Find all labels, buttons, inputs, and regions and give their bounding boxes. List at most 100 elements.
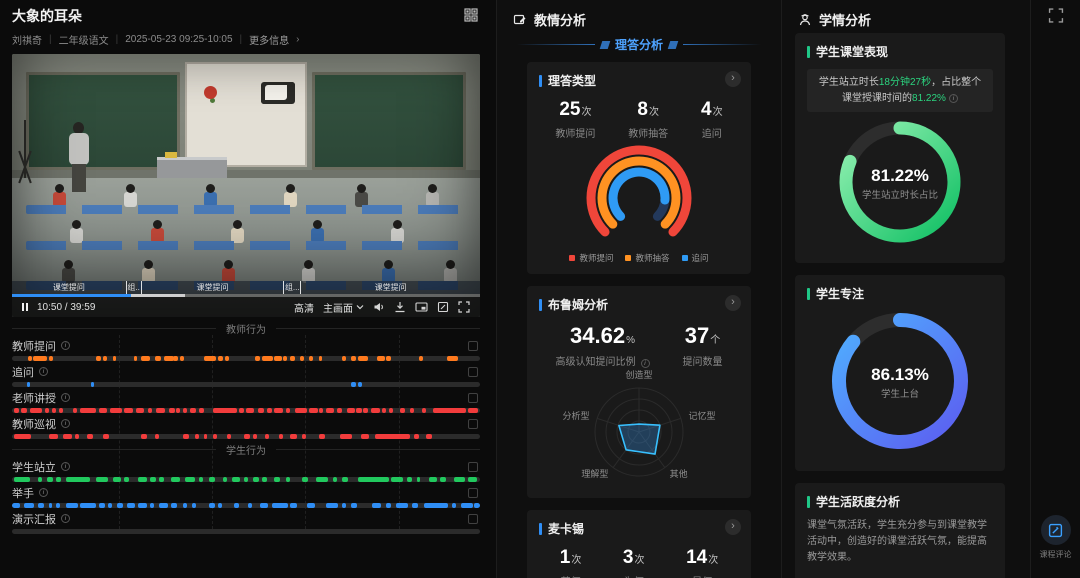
notes-icon[interactable] xyxy=(437,301,449,313)
timeline-track-row: 教师提问i xyxy=(12,338,480,361)
student-activity-card: 学生活跃度分析 课堂气氛活跃，学生充分参与到课堂教学活动中，创造好的课堂活跃气氛… xyxy=(795,483,1005,578)
video-segment[interactable]: 课堂提问 xyxy=(12,281,127,294)
stat: 8次教师抽答 xyxy=(628,99,668,140)
info-icon[interactable]: i xyxy=(61,419,70,428)
teacher-desk xyxy=(157,157,227,178)
view-select[interactable]: 主画面 xyxy=(323,300,364,315)
video-player[interactable]: 课堂提问组..课堂提问组...课堂提问 10:50 / 39:59 高清 主画面 xyxy=(12,54,480,317)
legend-item: 教师提问 xyxy=(569,252,613,264)
quality-button[interactable]: 高清 xyxy=(294,300,314,315)
track-checkbox[interactable] xyxy=(468,488,478,498)
track-checkbox[interactable] xyxy=(468,419,478,429)
chalkboard-left xyxy=(26,72,180,169)
download-icon[interactable] xyxy=(394,301,406,313)
teacher-name: 刘祺奇 xyxy=(12,32,42,47)
svg-text:理解型: 理解型 xyxy=(581,468,608,479)
behavior-timeline: 教师行为 教师提问i追问i老师讲授i教师巡视i 学生行为 学生站立i举手i演示汇… xyxy=(12,321,480,534)
info-icon[interactable]: i xyxy=(61,341,70,350)
expand-fullscreen-icon[interactable] xyxy=(1048,8,1063,28)
teacher-figure xyxy=(68,122,90,194)
video-controls: 10:50 / 39:59 高清 主画面 xyxy=(12,297,480,317)
divider: | xyxy=(116,34,119,45)
timeline-track-row: 老师讲授 i xyxy=(12,390,480,413)
bloom-stats: 34.62%高级认知提问比例i37个提问数量 xyxy=(539,323,739,368)
legend-item: 教师抽答 xyxy=(625,252,669,264)
camera-tripod xyxy=(24,120,26,178)
stat: 34.62%高级认知提问比例i xyxy=(556,323,650,368)
stat: 4次追问 xyxy=(701,99,723,140)
track-label: 追问 xyxy=(12,364,34,380)
teacher-behavior-section: 教师行为 xyxy=(12,321,480,335)
course-comment-button[interactable]: 课程评论 xyxy=(1040,515,1072,560)
response-type-card: 理答类型 › 25次教师提问8次教师抽答4次追问 教师提问教师抽答追问 xyxy=(527,62,751,274)
card-detail-button[interactable]: › xyxy=(725,295,741,311)
info-icon[interactable]: i xyxy=(61,462,70,471)
track-label: 演示汇报 xyxy=(12,511,56,527)
video-time: 10:50 / 39:59 xyxy=(37,302,95,313)
grid-view-icon[interactable] xyxy=(464,8,478,27)
info-icon[interactable]: i xyxy=(641,359,650,368)
lesson-time: 2025-05-23 09:25-10:05 xyxy=(125,34,232,45)
response-gauge-chart xyxy=(539,142,739,250)
activity-description: 课堂气氛活跃，学生充分参与到课堂教学活动中，创造好的课堂活跃气氛，能提高教学效果… xyxy=(807,518,993,566)
video-segment[interactable]: 课堂提问 xyxy=(301,281,480,294)
teaching-panel-title: 教情分析 xyxy=(534,10,586,29)
info-icon[interactable]: i xyxy=(39,488,48,497)
video-segment-bar: 课堂提问组..课堂提问组...课堂提问 xyxy=(12,281,480,294)
track-checkbox[interactable] xyxy=(468,514,478,524)
svg-text:其他: 其他 xyxy=(670,468,688,479)
info-icon[interactable]: i xyxy=(61,393,70,402)
chalkboard-right xyxy=(312,72,466,169)
legend-item: 追问 xyxy=(682,252,709,264)
info-icon[interactable]: i xyxy=(61,514,70,523)
track-checkbox[interactable] xyxy=(468,341,478,351)
track-checkbox[interactable] xyxy=(468,393,478,403)
mccarthy-card: 麦卡锡 › 1次若何3次为何14次是何 若何 xyxy=(527,510,751,578)
lesson-meta: 刘祺奇 | 二年级语文 | 2025-05-23 09:25-10:05 | 更… xyxy=(12,32,496,47)
pause-button[interactable] xyxy=(22,303,28,311)
student-focus-card: 学生专注 86.13% 学生上台 xyxy=(795,275,1005,471)
track-label: 教师巡视 xyxy=(12,416,56,432)
classroom-video-frame xyxy=(12,54,480,317)
mccarthy-stats: 1次若何3次为何14次是何 xyxy=(539,547,739,578)
card-detail-button[interactable]: › xyxy=(725,71,741,87)
info-icon[interactable]: i xyxy=(39,367,48,376)
teaching-analysis-panel: 教情分析 理答分析 理答类型 › 25次教师提问8次教师抽答4次追问 教师提问教… xyxy=(497,0,782,578)
fullscreen-icon[interactable] xyxy=(458,301,470,313)
bloom-radar-chart: 创造型记忆型其他理解型分析型 xyxy=(539,370,739,488)
timeline-track-row: 学生站立 i xyxy=(12,459,480,482)
student-behavior-section: 学生行为 xyxy=(12,442,480,456)
track-bar xyxy=(12,434,480,439)
pip-icon[interactable] xyxy=(415,301,428,313)
video-panel: 大象的耳朵 刘祺奇 | 二年级语文 | 2025-05-23 09:25-10:… xyxy=(0,0,497,578)
svg-text:创造型: 创造型 xyxy=(625,370,652,380)
track-label: 学生站立 xyxy=(12,459,56,475)
info-icon[interactable]: i xyxy=(949,94,958,103)
svg-text:分析型: 分析型 xyxy=(562,410,589,421)
more-info-link[interactable]: 更多信息 xyxy=(249,32,289,47)
video-segment[interactable]: 组... xyxy=(284,281,301,294)
video-segment[interactable]: 课堂提问 xyxy=(142,281,285,294)
stat: 1次若何 xyxy=(560,547,582,578)
card-detail-button[interactable]: › xyxy=(725,519,741,535)
tab-response-analysis[interactable]: 理答分析 xyxy=(517,36,761,53)
side-rail: 课程评论 xyxy=(1030,0,1080,578)
timeline-track-row: 教师巡视 i xyxy=(12,416,480,439)
track-checkbox[interactable] xyxy=(468,462,478,472)
timeline-track-row: 举手i xyxy=(12,485,480,508)
card-title: 麦卡锡 xyxy=(539,520,739,537)
stat: 3次为何 xyxy=(623,547,645,578)
teaching-panel-header: 教情分析 xyxy=(497,0,781,33)
learning-panel-header: 学情分析 xyxy=(782,0,1030,33)
chevron-right-icon: › xyxy=(296,34,299,45)
track-bar xyxy=(12,408,480,413)
header-row: 大象的耳朵 xyxy=(12,6,496,26)
track-label: 老师讲授 xyxy=(12,390,56,406)
track-checkbox[interactable] xyxy=(468,367,478,377)
track-bar xyxy=(12,356,480,361)
gauge-legend: 教师提问教师抽答 追问 xyxy=(539,252,739,264)
student-icon xyxy=(798,13,812,27)
volume-icon[interactable] xyxy=(373,301,385,313)
student-row xyxy=(26,222,471,250)
video-segment[interactable]: 组.. xyxy=(127,281,142,294)
